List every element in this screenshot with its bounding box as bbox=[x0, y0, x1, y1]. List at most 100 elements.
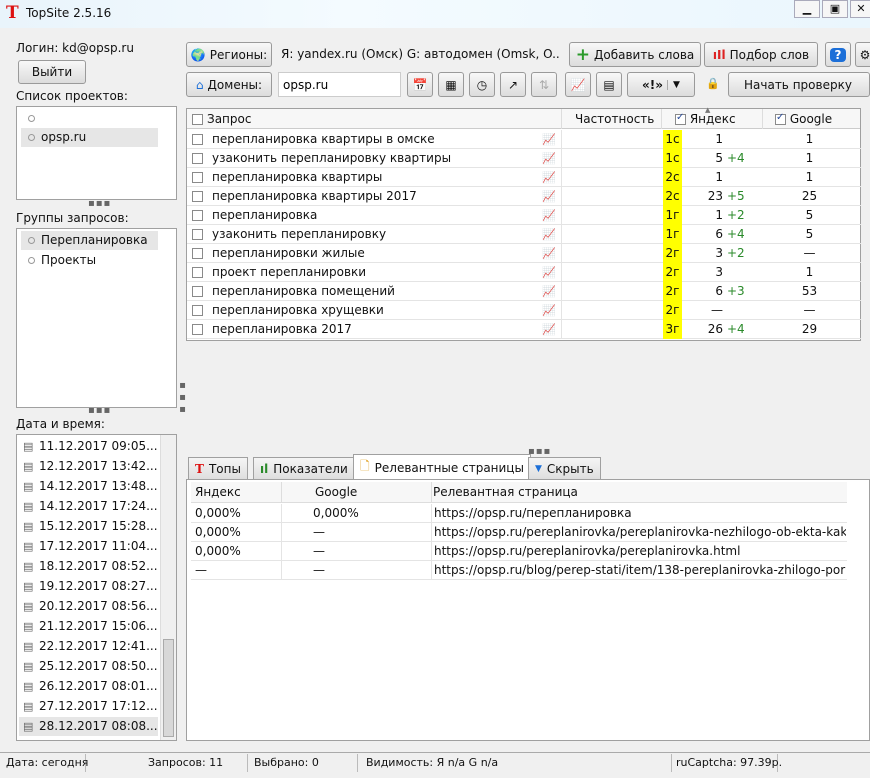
date-item[interactable]: ▤ 14.12.2017 13:48... bbox=[19, 477, 158, 496]
row-checkbox[interactable] bbox=[192, 130, 203, 149]
splitter-handle[interactable]: ▪▪▪ bbox=[88, 198, 111, 209]
select-all-checkbox[interactable] bbox=[192, 114, 203, 125]
row-checkbox[interactable] bbox=[192, 149, 203, 168]
table-row[interactable]: узаконить перепланировку квартиры 📈 1с 5 +4 1 bbox=[187, 149, 861, 168]
row-checkbox[interactable] bbox=[192, 168, 203, 187]
project-item-opsp[interactable]: opsp.ru bbox=[21, 128, 158, 147]
rel-url[interactable]: https://opsp.ru/перепланировка bbox=[434, 504, 846, 523]
google-checkbox[interactable] bbox=[775, 112, 786, 125]
row-checkbox[interactable] bbox=[192, 320, 203, 339]
tab-metrics[interactable]: ıl Показатели bbox=[253, 457, 355, 479]
chart-icon[interactable]: 📈 bbox=[542, 301, 556, 320]
rel-url[interactable]: https://opsp.ru/blog/perep-stati/item/13… bbox=[434, 561, 846, 580]
rel-row[interactable]: 0,000% — https://opsp.ru/pereplanirovka/pe… bbox=[191, 542, 847, 561]
chart-icon[interactable]: 📈 bbox=[542, 244, 556, 263]
table-row[interactable]: проект перепланировки 📈 2г 3 1 bbox=[187, 263, 861, 282]
rel-url[interactable]: https://opsp.ru/pereplanirovka/pereplani… bbox=[434, 523, 846, 542]
export-button[interactable]: ↗ bbox=[500, 72, 526, 97]
chart-icon[interactable]: 📈 bbox=[542, 168, 556, 187]
splitter-handle[interactable]: ▪▪▪ bbox=[528, 446, 551, 457]
date-item[interactable]: ▤ 28.12.2017 08:08... bbox=[19, 717, 158, 736]
chart-icon[interactable]: 📈 bbox=[542, 282, 556, 301]
date-item[interactable]: ▤ 18.12.2017 08:52... bbox=[19, 557, 158, 576]
date-item[interactable]: ▤ 27.12.2017 17:12... bbox=[19, 697, 158, 716]
date-item[interactable]: ▤ 17.12.2017 11:04... bbox=[19, 537, 158, 556]
date-item[interactable]: ▤ 20.12.2017 08:56... bbox=[19, 597, 158, 616]
dates-scrollbar[interactable] bbox=[160, 435, 176, 740]
settings-button[interactable]: ⚙ bbox=[855, 42, 870, 67]
header-query[interactable]: Запрос bbox=[207, 112, 251, 126]
domains-button[interactable]: ⌂ Домены: bbox=[186, 72, 272, 97]
date-item[interactable]: ▤ 25.12.2017 08:50... bbox=[19, 657, 158, 676]
sort-button[interactable]: ⇅ bbox=[531, 72, 557, 97]
rel-row[interactable]: 0,000% 0,000% https://opsp.ru/перепланиров… bbox=[191, 504, 847, 523]
chart-icon[interactable]: 📈 bbox=[542, 206, 556, 225]
header-yandex[interactable]: Яндекс bbox=[675, 112, 736, 126]
report-button[interactable]: ▤ bbox=[596, 72, 622, 97]
help-button[interactable]: ? bbox=[825, 42, 851, 67]
table-row[interactable]: перепланировка квартиры в омске 📈 1с 1 1 bbox=[187, 130, 861, 149]
calendar-button[interactable]: 📅 bbox=[407, 72, 433, 97]
chart-button[interactable]: 📈 bbox=[565, 72, 591, 97]
group-item[interactable]: Проекты bbox=[21, 251, 172, 270]
chart-icon[interactable]: 📈 bbox=[542, 225, 556, 244]
vertical-splitter[interactable]: ▪▪▪ bbox=[177, 380, 188, 416]
add-words-button[interactable]: + Добавить слова bbox=[569, 42, 701, 67]
table-row[interactable]: перепланировки жилые 📈 2г 3 +2 — bbox=[187, 244, 861, 263]
rel-row[interactable]: — — https://opsp.ru/blog/perep-stati/item/… bbox=[191, 561, 847, 580]
header-google[interactable]: Google bbox=[775, 112, 832, 126]
splitter-handle[interactable]: ▪▪▪ bbox=[88, 405, 111, 416]
project-item[interactable] bbox=[21, 109, 172, 128]
date-item[interactable]: ▤ 12.12.2017 13:42... bbox=[19, 457, 158, 476]
domain-input[interactable] bbox=[278, 72, 401, 97]
date-item[interactable]: ▤ 19.12.2017 08:27... bbox=[19, 577, 158, 596]
date-item[interactable]: ▤ 26.12.2017 08:01... bbox=[19, 677, 158, 696]
row-checkbox[interactable] bbox=[192, 225, 203, 244]
rel-header-yandex[interactable]: Яндекс bbox=[195, 485, 241, 499]
date-item[interactable]: ▤ 14.12.2017 17:24... bbox=[19, 497, 158, 516]
chart-icon[interactable]: 📈 bbox=[542, 130, 556, 149]
chart-icon[interactable]: 📈 bbox=[542, 149, 556, 168]
groups-button[interactable]: ▦ bbox=[438, 72, 464, 97]
table-row[interactable]: перепланировка помещений 📈 2г 6 +3 53 bbox=[187, 282, 861, 301]
chart-icon[interactable]: 📈 bbox=[542, 187, 556, 206]
chart-icon[interactable]: 📈 bbox=[542, 320, 556, 339]
table-row[interactable]: узаконить перепланировку 📈 1г 6 +4 5 bbox=[187, 225, 861, 244]
tab-tops[interactable]: T Топы bbox=[188, 457, 248, 479]
date-item[interactable]: ▤ 15.12.2017 15:28... bbox=[19, 517, 158, 536]
rel-row[interactable]: 0,000% — https://opsp.ru/pereplanirovka/pe… bbox=[191, 523, 847, 542]
rel-header-google[interactable]: Google bbox=[315, 485, 357, 499]
date-item[interactable]: ▤ 21.12.2017 15:06... bbox=[19, 617, 158, 636]
dates-list[interactable]: ▤ 11.12.2017 09:05... ▤ 12.12.2017 13:42...… bbox=[16, 434, 177, 741]
history-button[interactable]: ◷ bbox=[469, 72, 495, 97]
yandex-checkbox[interactable] bbox=[675, 112, 686, 125]
date-item[interactable]: ▤ 11.12.2017 09:05... bbox=[19, 437, 158, 456]
table-row[interactable]: перепланировка 📈 1г 1 +2 5 bbox=[187, 206, 861, 225]
maximize-button[interactable]: ▣ bbox=[822, 0, 848, 18]
rel-header-page[interactable]: Релевантная страница bbox=[433, 485, 578, 499]
row-checkbox[interactable] bbox=[192, 187, 203, 206]
tab-hide[interactable]: ▼ Скрыть bbox=[528, 457, 601, 479]
close-button[interactable]: ✕ bbox=[850, 0, 870, 18]
row-checkbox[interactable] bbox=[192, 244, 203, 263]
regions-button[interactable]: 🌍 Регионы: bbox=[186, 42, 272, 67]
table-row[interactable]: перепланировка квартиры 📈 2с 1 1 bbox=[187, 168, 861, 187]
minimize-button[interactable]: ▁ bbox=[794, 0, 820, 18]
groups-list[interactable]: Перепланировка Проекты bbox=[16, 228, 177, 408]
header-freq[interactable]: Частотность bbox=[575, 112, 654, 126]
date-item[interactable]: ▤ 22.12.2017 12:41... bbox=[19, 637, 158, 656]
table-row[interactable]: перепланировка 2017 📈 3г 26 +4 29 bbox=[187, 320, 861, 339]
mode-split-button[interactable]: «!» ▼ bbox=[627, 72, 695, 97]
logout-button[interactable]: Выйти bbox=[18, 60, 86, 84]
projects-list[interactable]: opsp.ru bbox=[16, 106, 177, 200]
rel-url[interactable]: https://opsp.ru/pereplanirovka/pereplani… bbox=[434, 542, 846, 561]
word-select-button[interactable]: ıIl Подбор слов bbox=[704, 42, 818, 67]
table-row[interactable]: перепланировка квартиры 2017 📈 2с 23 +5 25 bbox=[187, 187, 861, 206]
start-check-button[interactable]: Начать проверку bbox=[728, 72, 870, 97]
chart-icon[interactable]: 📈 bbox=[542, 263, 556, 282]
tab-relevant-pages[interactable]: 🗋 Релевантные страницы bbox=[353, 454, 531, 480]
row-checkbox[interactable] bbox=[192, 263, 203, 282]
table-row[interactable]: перепланировка хрущевки 📈 2г — — bbox=[187, 301, 861, 320]
scrollbar-thumb[interactable] bbox=[163, 639, 174, 737]
row-checkbox[interactable] bbox=[192, 301, 203, 320]
